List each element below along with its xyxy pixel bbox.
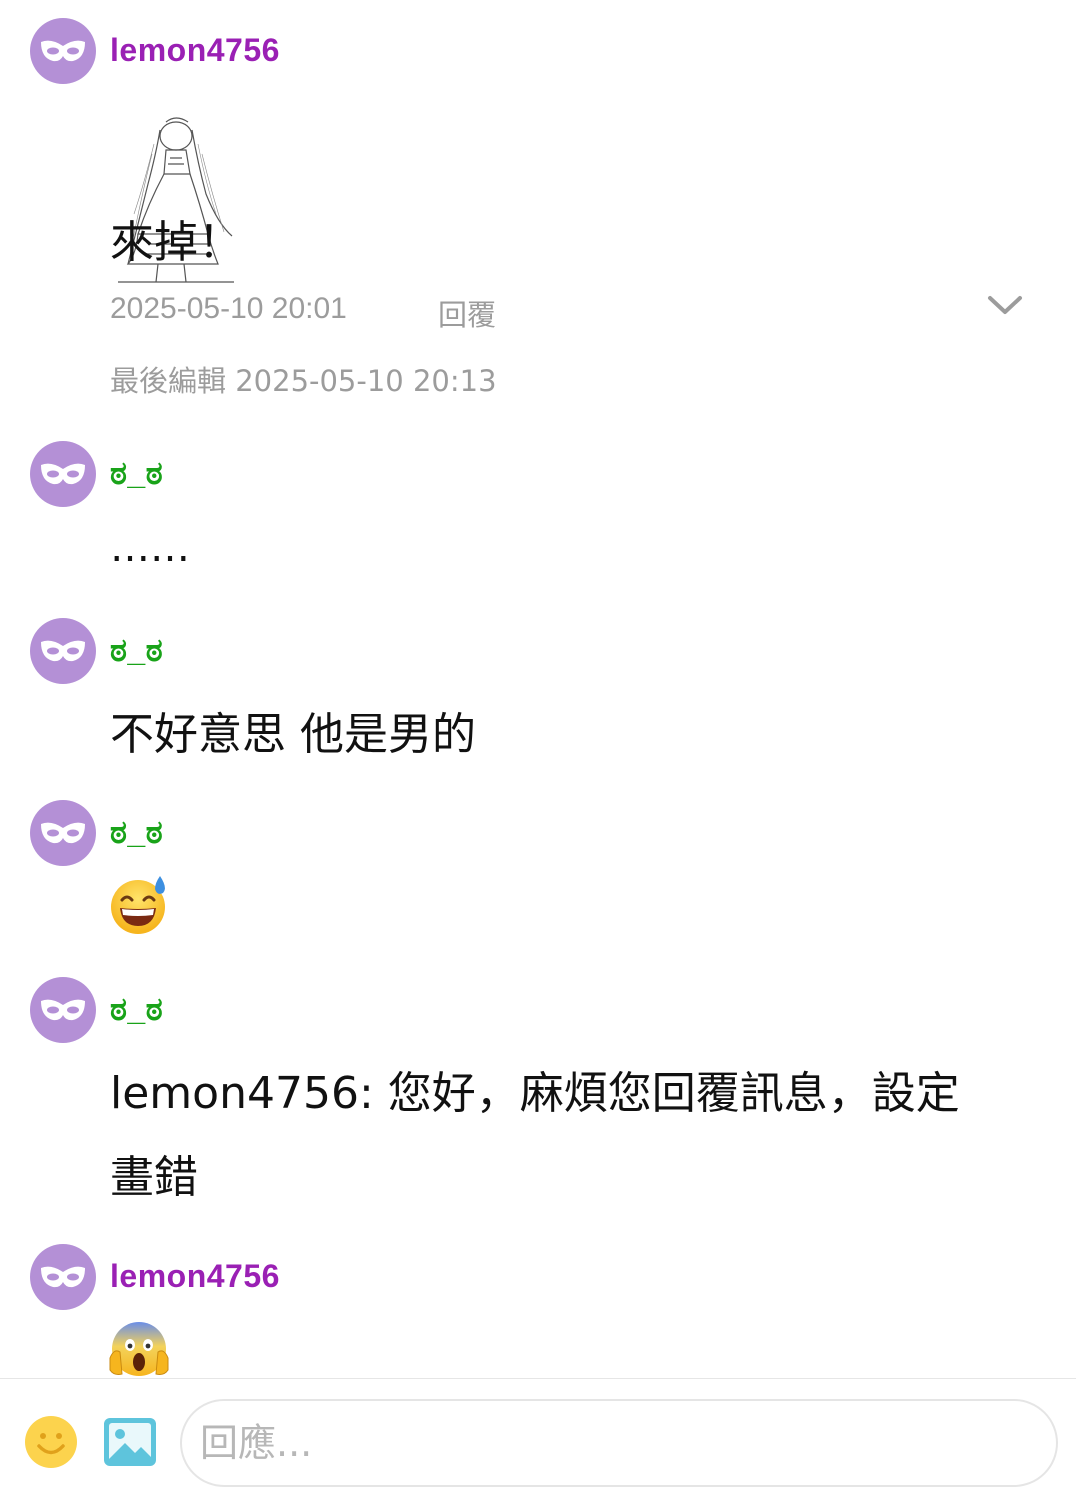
avatar[interactable] [30,18,96,84]
face-screaming-in-fear-icon [109,1322,169,1376]
comment-text: lemon4756: 您好，麻煩您回覆訊息，設定 [110,1068,960,1119]
comment-text: 來掉！ [110,217,242,268]
mask-icon [41,40,85,62]
smiley-icon[interactable] [24,1415,78,1469]
mask-icon [41,463,85,485]
comment-text: …… [110,525,190,571]
chevron-down-icon[interactable] [986,294,1024,318]
reply-composer [0,1378,1076,1505]
reply-input[interactable] [180,1399,1058,1487]
mask-icon [41,999,85,1021]
username[interactable]: lemon4756 [110,32,280,69]
timestamp: 2025-05-10 20:01 [110,292,347,325]
image-icon[interactable] [103,1417,157,1467]
username[interactable]: ಠ_ಠ [110,991,163,1029]
avatar[interactable] [30,977,96,1043]
mask-icon [41,822,85,844]
edited-timestamp: 最後編輯 2025-05-10 20:13 [110,364,497,398]
comment-text: 不好意思 他是男的 [110,709,476,760]
username[interactable]: ಠ_ಠ [110,814,163,852]
username[interactable]: lemon4756 [110,1258,280,1295]
mask-icon [41,1266,85,1288]
comment-text-continued: 畫錯 [110,1152,198,1203]
grinning-face-with-sweat-icon [111,876,165,934]
username[interactable]: ಠ_ಠ [110,632,163,670]
avatar[interactable] [30,1244,96,1310]
username[interactable]: ಠ_ಠ [110,455,163,493]
avatar[interactable] [30,618,96,684]
avatar[interactable] [30,441,96,507]
mask-icon [41,640,85,662]
avatar[interactable] [30,800,96,866]
reply-link[interactable]: 回覆 [438,292,496,334]
